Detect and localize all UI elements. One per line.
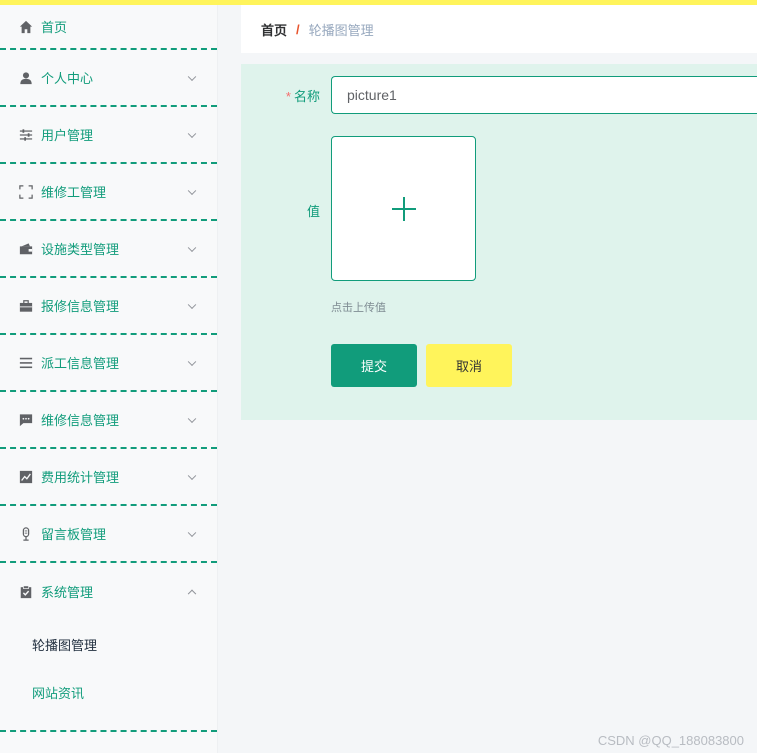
sidebar-item-label: 个人中心 — [41, 71, 94, 86]
menu-icon — [18, 355, 34, 371]
breadcrumb-current: 轮播图管理 — [308, 22, 374, 38]
chevron-down-icon — [187, 129, 197, 138]
chevron-down-icon — [187, 72, 197, 81]
chevron-up-icon — [187, 589, 197, 598]
sidebar-menu: 首页 个人中心 用户管理 维修工管理 设施类型管理 报修信息管理 派工信息管理 … — [0, 5, 218, 753]
sidebar-item-label: 设施类型管理 — [41, 242, 120, 257]
sidebar-subitem-website-news[interactable]: 网站资讯 — [0, 668, 217, 716]
chevron-down-icon — [187, 357, 197, 366]
carousel-edit-form: *名称 值 点击上传值 提交 取消 — [241, 64, 757, 420]
sidebar-item-label: 报修信息管理 — [41, 299, 120, 314]
user-icon — [18, 70, 34, 86]
chevron-down-icon — [187, 414, 197, 423]
sidebar-item-user-management[interactable]: 用户管理 — [0, 107, 217, 164]
breadcrumb-separator: / — [296, 21, 300, 37]
message-icon — [18, 412, 34, 428]
image-upload-box[interactable] — [331, 136, 476, 281]
breadcrumb-home-link[interactable]: 首页 — [261, 20, 287, 39]
chart-icon — [18, 469, 34, 485]
sliders-icon — [18, 127, 34, 143]
chevron-down-icon — [187, 471, 197, 480]
upload-tip: 点击上传值 — [331, 302, 386, 314]
chevron-down-icon — [187, 186, 197, 195]
chevron-down-icon — [187, 243, 197, 252]
required-mark: * — [285, 89, 291, 104]
sidebar-item-label: 用户管理 — [41, 128, 94, 143]
chevron-down-icon — [187, 300, 197, 309]
sidebar-subitem-carousel-management[interactable]: 轮播图管理 — [0, 620, 217, 668]
microphone-icon — [18, 526, 34, 542]
cancel-button[interactable]: 取消 — [426, 344, 512, 387]
wallet-icon — [18, 241, 34, 257]
sidebar-item-maintenance-info-management[interactable]: 维修信息管理 — [0, 392, 217, 449]
value-label: 值 — [306, 204, 320, 219]
sidebar-item-system-management[interactable]: 系统管理 — [0, 563, 217, 620]
name-label: * 名称 — [285, 89, 320, 104]
submit-button[interactable]: 提交 — [331, 344, 417, 387]
sidebar-item-repair-info-management[interactable]: 报修信息管理 — [0, 278, 217, 335]
sidebar-item-label: 派工信息管理 — [41, 356, 120, 371]
sidebar-item-personal-center[interactable]: 个人中心 — [0, 50, 217, 107]
sidebar-item-dispatch-info-management[interactable]: 派工信息管理 — [0, 335, 217, 392]
sidebar-item-label: 维修信息管理 — [41, 413, 120, 428]
sidebar-item-label: 费用统计管理 — [41, 470, 120, 485]
home-icon — [18, 19, 34, 35]
plus-icon — [391, 196, 416, 221]
fullscreen-icon — [18, 184, 34, 200]
sidebar-item-home[interactable]: 首页 — [0, 5, 217, 50]
sidebar-item-label: 维修工管理 — [41, 185, 107, 200]
watermark: CSDN @QQ_188083800 — [597, 733, 744, 748]
breadcrumb: 首页 / 轮播图管理 — [241, 5, 757, 53]
sidebar-item-repairman-management[interactable]: 维修工管理 — [0, 164, 217, 221]
sidebar-item-facility-type-management[interactable]: 设施类型管理 — [0, 221, 217, 278]
system-management-submenu: 轮播图管理 网站资讯 — [0, 620, 217, 732]
sidebar-item-label: 留言板管理 — [41, 527, 107, 542]
briefcase-icon — [18, 298, 34, 314]
sidebar-item-cost-statistics-management[interactable]: 费用统计管理 — [0, 449, 217, 506]
chevron-down-icon — [187, 528, 197, 537]
name-input[interactable] — [331, 76, 757, 114]
sidebar-item-label: 系统管理 — [41, 585, 94, 600]
sidebar-item-label: 首页 — [41, 20, 68, 35]
clipboard-icon — [18, 584, 34, 600]
sidebar-item-message-board-management[interactable]: 留言板管理 — [0, 506, 217, 563]
